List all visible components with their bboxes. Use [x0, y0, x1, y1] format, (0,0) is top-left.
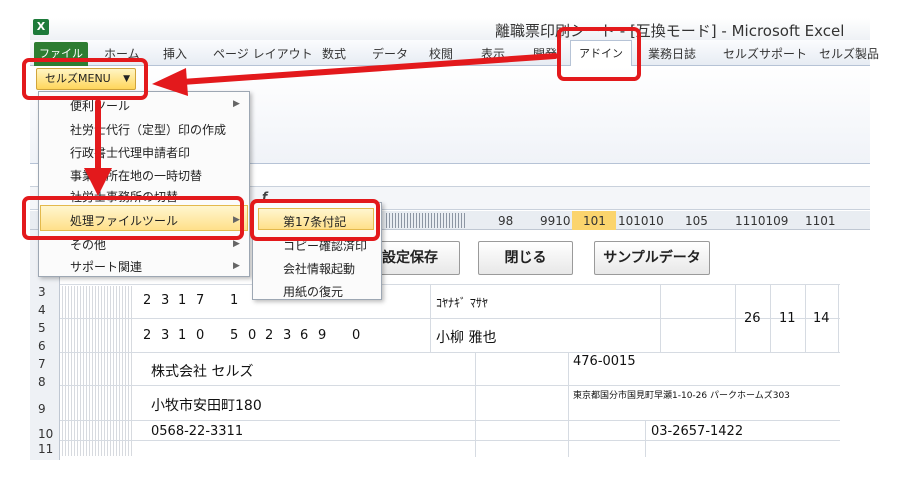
- callout-arrows: [84, 53, 558, 196]
- arrow-down-to-file-tools: [84, 99, 112, 196]
- arrow-to-menu-button: [152, 53, 558, 96]
